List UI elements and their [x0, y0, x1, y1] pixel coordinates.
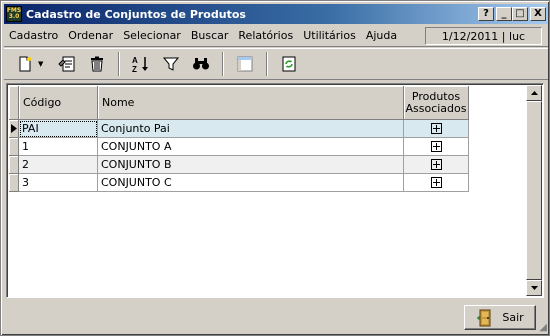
sort-button[interactable]: AZ	[128, 51, 154, 77]
exit-button[interactable]: Sair	[464, 305, 536, 330]
footer-panel: Sair ◢	[4, 299, 548, 334]
find-icon	[193, 58, 209, 70]
toolbar-separator	[222, 52, 224, 76]
menu-selecionar[interactable]: Selecionar	[118, 27, 186, 45]
arrow-up-icon	[530, 91, 538, 95]
menu-cadastro[interactable]: Cadastro	[4, 27, 63, 45]
menu-ordenar[interactable]: Ordenar	[63, 27, 118, 45]
find-button[interactable]	[188, 51, 214, 77]
current-row-indicator	[9, 120, 19, 138]
close-button[interactable]: X	[530, 7, 546, 21]
row-indicator	[9, 156, 19, 174]
menu-utilitarios[interactable]: Utilitários	[298, 27, 361, 45]
table-row[interactable]: 2 CONJUNTO B	[9, 156, 469, 174]
data-grid[interactable]: Código Nome Produtos Associados PAI Conj…	[6, 83, 544, 298]
menu-ajuda[interactable]: Ajuda	[361, 27, 402, 45]
delete-icon	[91, 56, 103, 72]
filter-button[interactable]	[158, 51, 184, 77]
menu-bar: Cadastro Ordenar Selecionar Buscar Relat…	[4, 25, 548, 47]
menu-buscar[interactable]: Buscar	[186, 27, 234, 45]
refresh-icon	[282, 56, 296, 72]
expand-icon[interactable]	[430, 177, 442, 188]
cell-nome[interactable]: CONJUNTO B	[98, 156, 404, 174]
cell-nome[interactable]: Conjunto Pai	[98, 120, 404, 138]
edit-record-icon	[58, 56, 75, 72]
expand-icon[interactable]	[430, 159, 442, 170]
new-record-button[interactable]	[12, 51, 38, 77]
table-row[interactable]: 3 CONJUNTO C	[9, 174, 469, 192]
cell-produtos-associados[interactable]	[404, 174, 469, 192]
window-title: Cadastro de Conjuntos de Produtos	[26, 7, 246, 21]
minimize-button[interactable]: _	[496, 7, 512, 21]
column-header-nome[interactable]: Nome	[98, 86, 404, 120]
toolbar-separator	[266, 52, 268, 76]
filter-icon	[163, 57, 179, 71]
application-window: FMS 3.0 Cadastro de Conjuntos de Produtos…	[0, 0, 550, 336]
cell-nome[interactable]: CONJUNTO A	[98, 138, 404, 156]
app-icon: FMS 3.0	[6, 6, 22, 22]
refresh-button[interactable]	[276, 51, 302, 77]
cell-nome[interactable]: CONJUNTO C	[98, 174, 404, 192]
row-indicator	[9, 174, 19, 192]
toolbar: ▼ AZ	[4, 48, 548, 80]
header-indicator	[9, 86, 19, 120]
scroll-thumb[interactable]	[526, 101, 542, 280]
layout-icon	[237, 56, 253, 72]
layout-button[interactable]	[232, 51, 258, 77]
cell-codigo[interactable]: PAI	[19, 120, 98, 138]
table-row[interactable]: PAI Conjunto Pai	[9, 120, 469, 138]
grid-header: Código Nome Produtos Associados	[9, 86, 469, 120]
expand-icon[interactable]	[430, 141, 442, 152]
date-user-status: 1/12/2011 | luc	[425, 27, 542, 45]
cell-produtos-associados[interactable]	[404, 138, 469, 156]
cell-produtos-associados[interactable]	[404, 120, 469, 138]
exit-label: Sair	[502, 311, 524, 324]
help-button[interactable]: ?	[478, 7, 494, 21]
new-record-icon	[19, 56, 31, 72]
expand-icon[interactable]	[430, 123, 442, 134]
svg-text:Z: Z	[132, 65, 137, 73]
toolbar-separator	[118, 52, 120, 76]
column-header-produtos-associados[interactable]: Produtos Associados	[404, 86, 469, 120]
cell-codigo[interactable]: 2	[19, 156, 98, 174]
new-record-dropdown[interactable]: ▼	[38, 60, 46, 68]
scroll-up-button[interactable]	[526, 85, 542, 101]
vertical-scrollbar[interactable]	[526, 85, 542, 296]
arrow-down-icon	[530, 286, 538, 290]
scroll-down-button[interactable]	[526, 280, 542, 296]
column-header-produtos-label: Produtos Associados	[405, 89, 467, 115]
maximize-button[interactable]: □	[512, 7, 528, 21]
sort-az-icon: AZ	[132, 56, 148, 73]
cell-produtos-associados[interactable]	[404, 156, 469, 174]
row-indicator	[9, 138, 19, 156]
cell-codigo[interactable]: 1	[19, 138, 98, 156]
window-controls: ? _ □ X	[478, 7, 546, 21]
resize-grip[interactable]: ◢	[539, 322, 547, 333]
svg-text:A: A	[132, 56, 138, 65]
delete-button[interactable]	[84, 51, 110, 77]
door-exit-icon	[477, 309, 491, 326]
table-row[interactable]: 1 CONJUNTO A	[9, 138, 469, 156]
edit-record-button[interactable]	[54, 51, 80, 77]
column-header-codigo[interactable]: Código	[19, 86, 98, 120]
title-bar[interactable]: FMS 3.0 Cadastro de Conjuntos de Produtos…	[4, 4, 548, 24]
cell-codigo[interactable]: 3	[19, 174, 98, 192]
menu-relatorios[interactable]: Relatórios	[233, 27, 298, 45]
